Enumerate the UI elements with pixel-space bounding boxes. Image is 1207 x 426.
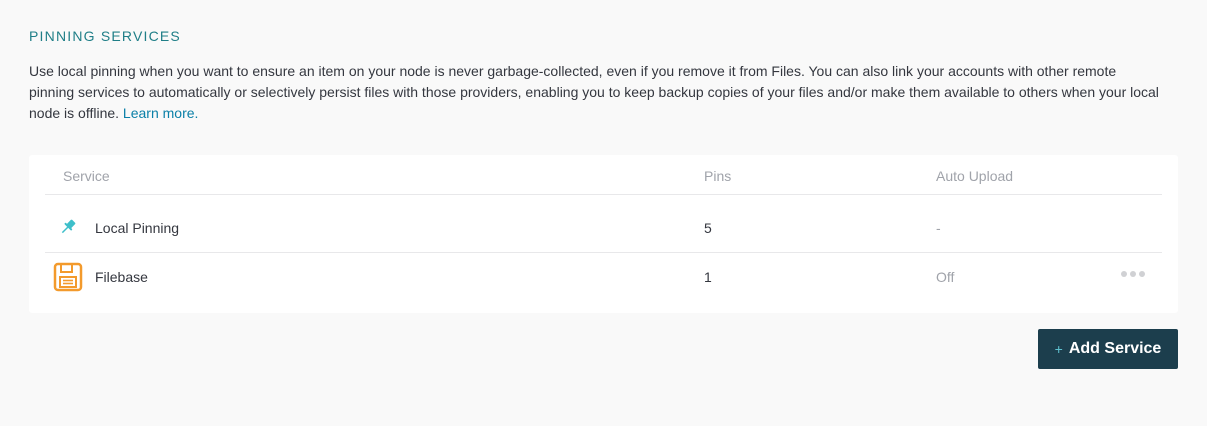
learn-more-link[interactable]: Learn more. [123,105,198,121]
pins-count: 5 [704,220,712,236]
column-header-pins: Pins [704,168,732,184]
column-header-auto-upload: Auto Upload [936,168,1014,184]
filebase-icon [53,262,83,292]
service-name: Filebase [95,269,148,285]
table-row: Local Pinning 5 - [45,195,1162,253]
section-description: Use local pinning when you want to ensur… [29,61,1159,124]
add-service-label: Add Service [1068,340,1162,357]
service-name: Local Pinning [95,220,180,236]
pinning-services-table: Service Pins Auto Upload Local Pinning 5… [29,155,1178,313]
auto-upload-status: Off [936,269,955,285]
auto-upload-status: - [936,220,941,236]
description-text: Use local pinning when you want to ensur… [29,63,1159,121]
more-options-icon[interactable] [1121,265,1149,281]
pin-icon [59,218,77,236]
table-header: Service Pins Auto Upload [45,155,1162,195]
section-title: PINNING SERVICES [29,28,181,44]
table-row: Filebase 1 Off [45,253,1162,303]
add-service-button[interactable]: + Add Service [1038,329,1178,369]
column-header-service: Service [63,168,110,184]
plus-icon: + [1054,341,1063,357]
pins-count: 1 [704,269,712,285]
